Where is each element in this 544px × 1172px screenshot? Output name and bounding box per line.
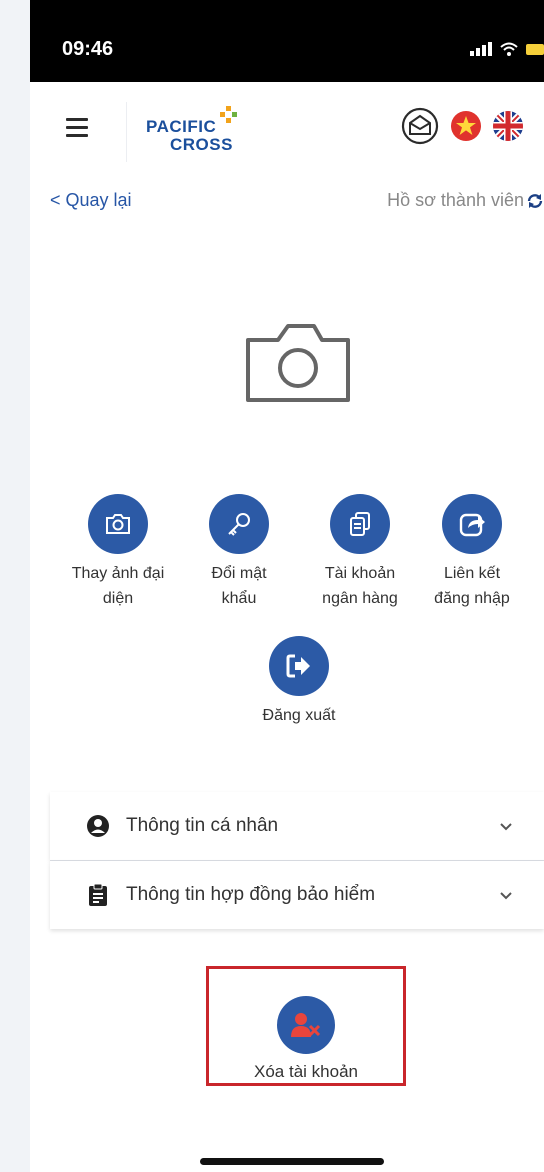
home-indicator[interactable] [200,1158,384,1165]
chevron-down-icon [500,823,512,831]
key-icon [209,494,269,554]
delete-account-button[interactable]: Xóa tài khoản [236,996,376,1082]
delete-account-label: Xóa tài khoản [254,1062,358,1081]
refresh-icon[interactable] [526,192,544,210]
chevron-down-icon [500,892,512,900]
phone-screen: 09:46 PACIFIC CROSS < Quay lại Hồ sơ thà… [30,0,544,1172]
delete-user-icon [277,996,335,1054]
status-icons [470,42,544,56]
status-time: 09:46 [62,38,114,60]
insurance-contract-label: Thông tin hợp đồng bảo hiểm [126,884,376,905]
avatar-camera-placeholder-icon[interactable] [242,318,354,406]
back-link[interactable]: < Quay lại [50,190,132,211]
status-bar: 09:46 [30,0,544,82]
battery-icon [526,43,544,55]
wifi-icon [500,42,518,56]
change-avatar-button[interactable]: Thay ảnh đại diện [53,494,183,612]
signal-icon [470,42,492,56]
link-login-label: Liên kết đăng nhập [434,565,510,607]
change-avatar-label: Thay ảnh đại diện [71,565,165,607]
change-password-button[interactable]: Đổi mật khẩu [174,494,304,612]
user-circle-icon [87,815,109,837]
hamburger-menu-icon[interactable] [66,118,88,138]
vietnam-flag-icon[interactable] [450,110,482,142]
personal-info-label: Thông tin cá nhân [126,815,279,836]
change-password-label: Đổi mật khẩu [211,565,267,607]
bank-account-label: Tài khoản ngân hàng [322,565,398,607]
logout-label: Đăng xuất [262,707,336,724]
logo-cross-mark-icon [220,106,237,123]
link-login-button[interactable]: Liên kết đăng nhập [407,494,537,612]
bank-account-button[interactable]: Tài khoản ngân hàng [295,494,425,612]
header-icons [400,106,524,146]
uk-flag-icon[interactable] [492,110,524,142]
personal-info-section[interactable]: Thông tin cá nhân [50,792,544,860]
page-title: Hồ sơ thành viên [387,190,524,210]
camera-icon [88,494,148,554]
copy-documents-icon [330,494,390,554]
insurance-contract-section[interactable]: Thông tin hợp đồng bảo hiểm [50,861,544,929]
header-divider [126,102,127,162]
logout-button[interactable]: Đăng xuất [234,636,364,729]
app-header: PACIFIC CROSS [30,82,544,187]
mail-icon[interactable] [400,106,440,146]
navigation-row: < Quay lại Hồ sơ thành viên [30,186,544,228]
logo-text-line1: PACIFIC [146,117,217,136]
clipboard-icon [89,883,107,906]
logout-icon [269,636,329,696]
logo-text-line2: CROSS [170,135,233,154]
share-link-icon [442,494,502,554]
pacific-cross-logo: PACIFIC CROSS [146,106,246,158]
